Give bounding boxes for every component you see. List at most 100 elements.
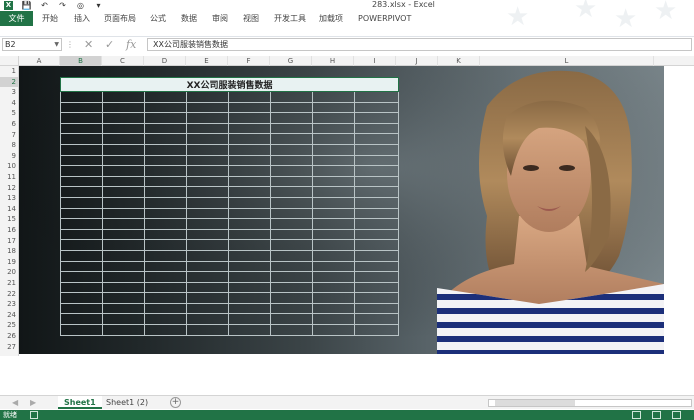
table-cell[interactable]	[228, 133, 271, 145]
table-cell[interactable]	[186, 249, 229, 262]
table-cell[interactable]	[228, 101, 271, 114]
row-header-1[interactable]: 1	[0, 66, 19, 77]
table-cell[interactable]	[186, 196, 229, 209]
table-cell[interactable]	[312, 271, 355, 283]
table-cell[interactable]	[312, 154, 355, 167]
table-cell[interactable]	[144, 112, 187, 124]
table-cell[interactable]	[102, 292, 145, 304]
row-header-27[interactable]: 27	[0, 342, 19, 353]
table-cell[interactable]	[144, 218, 187, 230]
table-cell[interactable]	[228, 175, 271, 188]
table-cell[interactable]	[353, 154, 400, 167]
table-cell[interactable]	[312, 101, 355, 114]
table-cell[interactable]	[270, 101, 313, 114]
insert-function-icon[interactable]: fx	[126, 38, 136, 51]
table-cell[interactable]	[270, 302, 313, 315]
table-cell[interactable]	[228, 228, 271, 241]
table-cell[interactable]	[270, 271, 313, 283]
ribbon-tab-5[interactable]: 数据	[181, 11, 197, 26]
row-header-2[interactable]: 2	[0, 76, 19, 88]
table-cell[interactable]	[144, 101, 187, 114]
table-cell[interactable]	[270, 228, 313, 241]
table-cell[interactable]	[102, 239, 145, 251]
row-header-16[interactable]: 16	[0, 225, 19, 236]
table-cell[interactable]	[312, 112, 355, 124]
table-cell[interactable]	[270, 196, 313, 209]
table-cell[interactable]	[144, 143, 187, 156]
table-cell[interactable]	[270, 324, 313, 336]
row-header-8[interactable]: 8	[0, 140, 19, 151]
table-cell[interactable]	[353, 196, 400, 209]
formula-input[interactable]: XX公司服装销售数据	[147, 38, 692, 51]
column-header-g[interactable]: G	[270, 56, 312, 66]
table-cell[interactable]	[270, 239, 313, 251]
table-cell[interactable]	[186, 271, 229, 283]
ribbon-tab-3[interactable]: 页面布局	[104, 11, 136, 26]
table-cell[interactable]	[102, 228, 145, 241]
ribbon-tab-1[interactable]: 开始	[42, 11, 58, 26]
column-header-b[interactable]: B	[60, 56, 102, 66]
table-cell[interactable]	[144, 196, 187, 209]
table-cell[interactable]	[353, 228, 400, 241]
ribbon-tab-0[interactable]: 文件	[0, 11, 33, 26]
table-cell[interactable]	[228, 292, 271, 304]
table-cell[interactable]	[312, 175, 355, 188]
table-cell[interactable]	[353, 175, 400, 188]
table-cell[interactable]	[270, 186, 313, 198]
table-cell[interactable]	[353, 112, 400, 124]
page-break-view-icon[interactable]	[672, 411, 681, 419]
table-cell[interactable]	[270, 218, 313, 230]
row-header-10[interactable]: 10	[0, 161, 19, 172]
row-header-5[interactable]: 5	[0, 108, 19, 119]
table-cell[interactable]	[186, 143, 229, 156]
table-cell[interactable]	[60, 292, 103, 304]
row-header-21[interactable]: 21	[0, 278, 19, 289]
table-cell[interactable]	[186, 292, 229, 304]
cancel-icon[interactable]: ✕	[84, 38, 93, 51]
table-cell[interactable]	[228, 239, 271, 251]
table-cell[interactable]	[228, 218, 271, 230]
table-cell[interactable]	[353, 292, 400, 304]
table-cell[interactable]	[144, 175, 187, 188]
table-cell[interactable]	[144, 281, 187, 294]
ribbon-tab-6[interactable]: 审阅	[212, 11, 228, 26]
table-cell[interactable]	[186, 302, 229, 315]
table-cell[interactable]	[312, 196, 355, 209]
row-header-17[interactable]: 17	[0, 236, 19, 247]
table-cell[interactable]	[144, 324, 187, 336]
table-cell[interactable]	[60, 218, 103, 230]
table-cell[interactable]	[228, 271, 271, 283]
table-cell[interactable]	[353, 207, 400, 220]
row-header-20[interactable]: 20	[0, 267, 19, 278]
table-cell[interactable]	[270, 122, 313, 135]
table-cell[interactable]	[186, 207, 229, 220]
table-cell[interactable]	[353, 313, 400, 326]
table-cell[interactable]	[353, 122, 400, 135]
table-cell[interactable]	[228, 196, 271, 209]
table-cell[interactable]	[102, 249, 145, 262]
table-cell[interactable]	[144, 154, 187, 167]
table-cell[interactable]	[60, 281, 103, 294]
table-cell[interactable]	[353, 101, 400, 114]
ribbon-tab-4[interactable]: 公式	[150, 11, 166, 26]
table-cell[interactable]	[186, 324, 229, 336]
row-header-11[interactable]: 11	[0, 172, 19, 183]
table-cell[interactable]	[102, 91, 145, 103]
add-sheet-icon[interactable]: +	[170, 397, 181, 408]
row-header-26[interactable]: 26	[0, 331, 19, 342]
table-cell[interactable]	[186, 154, 229, 167]
select-all-button[interactable]	[0, 56, 19, 66]
undo-icon[interactable]: ↶	[40, 1, 49, 10]
table-cell[interactable]	[186, 175, 229, 188]
table-cell[interactable]	[186, 281, 229, 294]
table-cell[interactable]	[102, 186, 145, 198]
table-cell[interactable]	[312, 165, 355, 177]
table-cell[interactable]	[312, 218, 355, 230]
table-cell[interactable]	[353, 239, 400, 251]
table-cell[interactable]	[60, 302, 103, 315]
table-cell[interactable]	[60, 101, 103, 114]
table-cell[interactable]	[186, 218, 229, 230]
table-cell[interactable]	[228, 324, 271, 336]
table-cell[interactable]	[60, 143, 103, 156]
row-header-22[interactable]: 22	[0, 289, 19, 300]
